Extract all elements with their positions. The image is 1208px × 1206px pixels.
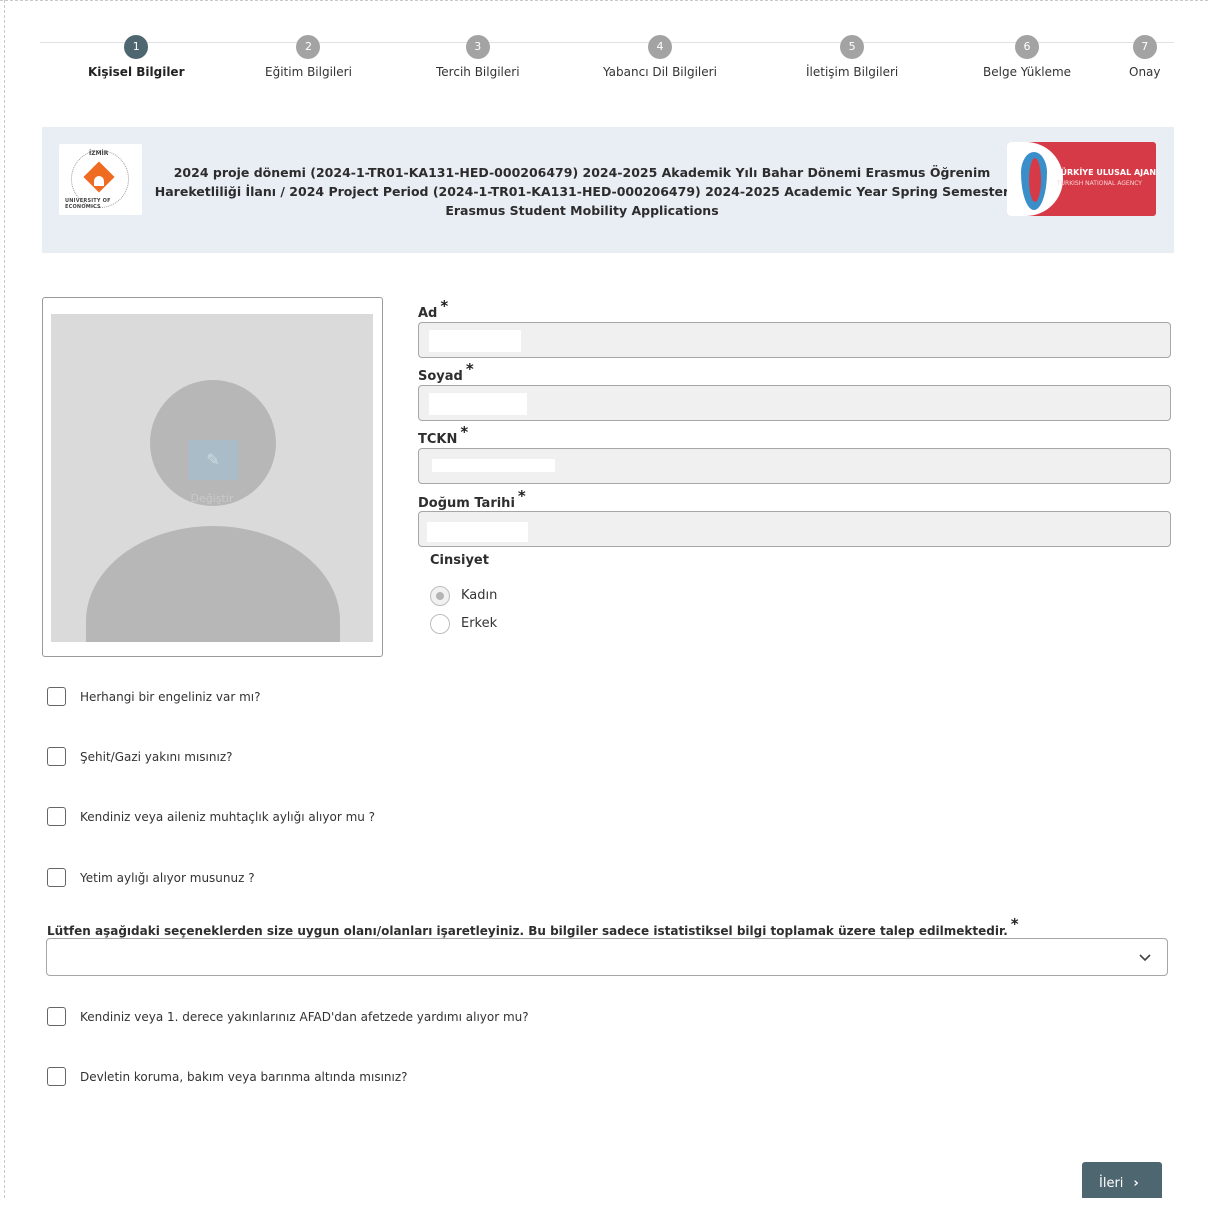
izmir-university-of-economics-logo: İZMİR UNIVERSITY OF ECONOMICS xyxy=(59,144,142,215)
logo-text-arc: UNIVERSITY OF ECONOMICS xyxy=(65,198,111,210)
step-label: Eğitim Bilgileri xyxy=(265,65,352,79)
profile-photo[interactable]: ✎ Değiştir xyxy=(51,314,373,642)
chevron-down-icon[interactable] xyxy=(1137,949,1153,965)
required-mark: * xyxy=(460,423,469,441)
step-number: 2 xyxy=(296,35,321,59)
page-border-top xyxy=(0,0,1208,1)
turkish-national-agency-logo: TÜRKİYE ULUSAL AJANSI TURKISH NATIONAL A… xyxy=(1007,142,1156,216)
redacted-value xyxy=(432,459,555,472)
step-label: Yabancı Dil Bilgileri xyxy=(603,65,717,79)
required-mark: * xyxy=(440,297,449,315)
step-number: 6 xyxy=(1015,35,1040,59)
gender-label: Cinsiyet xyxy=(430,553,489,568)
tckn-label-text: TCKN xyxy=(418,432,458,447)
needy-allowance-checkbox[interactable] xyxy=(47,807,66,826)
disability-checkbox[interactable] xyxy=(47,687,66,706)
required-mark: * xyxy=(1010,915,1019,933)
tckn-field[interactable] xyxy=(418,448,1171,484)
needy-allowance-label[interactable]: Kendiniz veya aileniz muhtaçlık aylığı a… xyxy=(80,810,375,824)
state-protection-checkbox[interactable] xyxy=(47,1067,66,1086)
logo-diamond-inner xyxy=(94,176,104,186)
required-mark: * xyxy=(465,360,474,378)
step-onay[interactable]: 7 Onay xyxy=(1129,35,1161,79)
statistics-label-text: Lütfen aşağıdaki seçeneklerden size uygu… xyxy=(47,924,1008,938)
required-mark: * xyxy=(517,487,526,505)
first-name-label-text: Ad xyxy=(418,306,438,321)
gender-male-radio[interactable] xyxy=(430,614,450,634)
logo-text-line2: TURKISH NATIONAL AGENCY xyxy=(1057,180,1142,187)
martyr-veteran-relative-checkbox[interactable] xyxy=(47,747,66,766)
step-label: Onay xyxy=(1129,65,1161,79)
step-number: 1 xyxy=(124,35,149,59)
birth-date-field[interactable] xyxy=(418,511,1171,547)
redacted-value xyxy=(429,393,527,415)
announcement-banner: İZMİR UNIVERSITY OF ECONOMICS 2024 proje… xyxy=(42,127,1174,253)
statistics-label: Lütfen aşağıdaki seçeneklerden size uygu… xyxy=(47,915,1019,939)
step-egitim-bilgileri[interactable]: 2 Eğitim Bilgileri xyxy=(265,35,352,79)
tckn-label: TCKN * xyxy=(418,423,468,447)
step-iletisim-bilgileri[interactable]: 5 İletişim Bilgileri xyxy=(806,35,898,79)
next-button[interactable]: İleri › xyxy=(1082,1162,1162,1198)
afad-aid-label[interactable]: Kendiniz veya 1. derece yakınlarınız AFA… xyxy=(80,1010,529,1024)
afad-aid-checkbox[interactable] xyxy=(47,1007,66,1026)
statistics-select[interactable] xyxy=(46,938,1168,976)
photo-change-hint: Değiştir xyxy=(190,492,234,505)
step-label: İletişim Bilgileri xyxy=(806,65,899,79)
step-belge-yukleme[interactable]: 6 Belge Yükleme xyxy=(983,35,1071,79)
banner-title: 2024 proje dönemi (2024-1-TR01-KA131-HED… xyxy=(154,165,1010,218)
page-border-left xyxy=(4,0,5,1198)
step-number: 7 xyxy=(1132,35,1157,59)
last-name-label-text: Soyad xyxy=(418,369,463,384)
step-number: 5 xyxy=(840,35,865,59)
chevron-right-icon: › xyxy=(1133,1176,1139,1191)
gender-female-label[interactable]: Kadın xyxy=(461,588,497,603)
gender-female-radio[interactable] xyxy=(430,586,450,606)
step-label: Tercih Bilgileri xyxy=(436,65,520,79)
birth-date-label: Doğum Tarihi * xyxy=(418,487,526,511)
disability-label[interactable]: Herhangi bir engeliniz var mı? xyxy=(80,690,260,704)
state-protection-label[interactable]: Devletin koruma, bakım veya barınma altı… xyxy=(80,1070,408,1084)
logo-text-line1: TÜRKİYE ULUSAL AJANSI xyxy=(1055,168,1156,177)
next-button-label: İleri xyxy=(1099,1176,1124,1191)
pencil-icon[interactable]: ✎ xyxy=(188,440,238,480)
logo-text-top: İZMİR xyxy=(89,150,109,157)
first-name-field[interactable] xyxy=(418,322,1171,358)
profile-photo-card: ✎ Değiştir xyxy=(42,297,383,657)
redacted-value xyxy=(429,330,521,352)
step-number: 4 xyxy=(647,35,672,59)
first-name-label: Ad * xyxy=(418,297,448,321)
avatar-body xyxy=(86,526,340,642)
step-label: Kişisel Bilgiler xyxy=(88,65,185,79)
birth-date-label-text: Doğum Tarihi xyxy=(418,496,515,511)
logo-drop-red xyxy=(1029,158,1041,202)
redacted-value xyxy=(427,522,528,542)
gender-male-label[interactable]: Erkek xyxy=(461,616,497,631)
step-kisisel-bilgiler[interactable]: 1 Kişisel Bilgiler xyxy=(88,35,185,79)
last-name-label: Soyad * xyxy=(418,360,474,384)
martyr-veteran-relative-label[interactable]: Şehit/Gazi yakını mısınız? xyxy=(80,750,233,764)
orphan-allowance-checkbox[interactable] xyxy=(47,868,66,887)
step-tercih-bilgileri[interactable]: 3 Tercih Bilgileri xyxy=(436,35,520,79)
last-name-field[interactable] xyxy=(418,385,1171,421)
step-label: Belge Yükleme xyxy=(983,65,1072,79)
step-yabanci-dil-bilgileri[interactable]: 4 Yabancı Dil Bilgileri xyxy=(603,35,717,79)
step-number: 3 xyxy=(465,35,490,59)
orphan-allowance-label[interactable]: Yetim aylığı alıyor musunuz ? xyxy=(80,871,255,885)
